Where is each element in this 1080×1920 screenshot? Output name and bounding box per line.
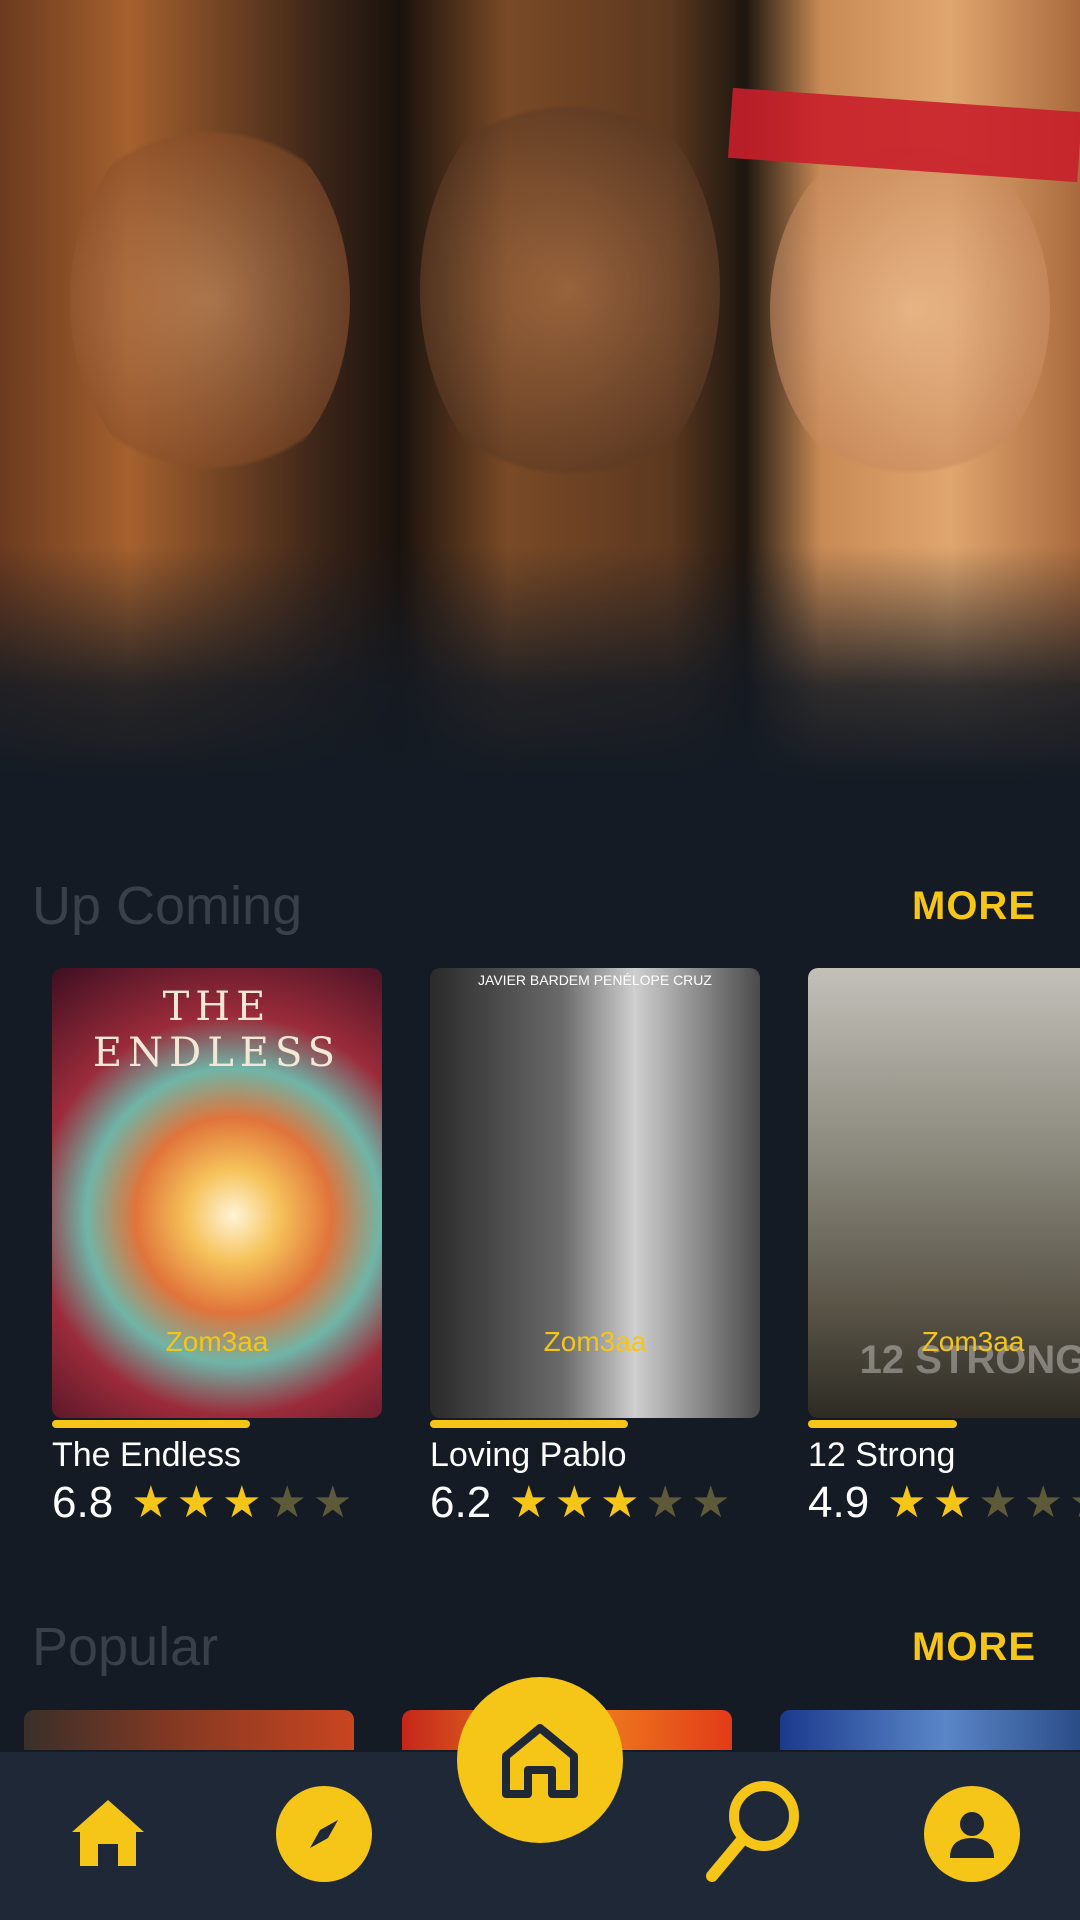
rating-score: 4.9 xyxy=(808,1478,870,1527)
star-empty-icon: ★ xyxy=(1069,1481,1080,1525)
star-filled-icon: ★ xyxy=(887,1478,927,1527)
star-filled-icon: ★ xyxy=(600,1478,640,1527)
upcoming-more-button[interactable]: MORE xyxy=(912,884,1036,929)
poster-tag: Zom3aa xyxy=(543,1326,647,1357)
rating-score: 6.2 xyxy=(430,1478,492,1527)
star-filled-icon: ★ xyxy=(509,1478,549,1527)
movie-rating: 6.8 ★ ★ ★ ★ ★ xyxy=(52,1478,352,1528)
star-empty-icon: ★ xyxy=(267,1478,307,1527)
progress-bar xyxy=(52,1420,382,1430)
rating-stars: ★★★★★ xyxy=(131,1481,352,1525)
compass-icon[interactable] xyxy=(276,1786,372,1882)
movie-poster[interactable]: JAVIER BARDEM PENÉLOPE CRUZ Zom3aa xyxy=(430,968,760,1418)
movie-title: The Endless xyxy=(52,1436,241,1474)
hero-banner[interactable] xyxy=(0,0,1080,780)
poster-tag: Zom3aa xyxy=(921,1326,1025,1357)
upcoming-header: Up Coming MORE xyxy=(32,875,1036,937)
star-empty-icon: ★ xyxy=(690,1478,731,1527)
star-filled-icon: ★ xyxy=(131,1478,171,1527)
upcoming-row[interactable]: THE ENDLESS Zom3aa The Endless 6.8 ★ ★ ★ ★ ★… xyxy=(0,968,1080,1528)
movie-rating: 4.9 ★★★★★ xyxy=(808,1478,1080,1528)
star-filled-icon: ★ xyxy=(932,1478,973,1527)
hero-face-center xyxy=(420,80,720,500)
progress-bar xyxy=(808,1420,1080,1430)
movie-rating: 6.2 ★ ★ ★ ★ ★ xyxy=(430,1478,730,1528)
popular-header: Popular MORE xyxy=(32,1616,1036,1678)
progress-bar xyxy=(430,1420,760,1430)
hero-face-left xyxy=(70,110,350,490)
movie-card[interactable]: JAVIER BARDEM PENÉLOPE CRUZ Zom3aa Lovin… xyxy=(430,968,760,1527)
star-filled-icon: ★ xyxy=(176,1478,217,1527)
movie-poster[interactable]: 12 STRONG Zom3aa xyxy=(808,968,1080,1418)
search-icon[interactable] xyxy=(700,1770,810,1890)
home-fab-button[interactable] xyxy=(457,1677,623,1843)
popular-more-button[interactable]: MORE xyxy=(912,1625,1036,1670)
popular-title: Popular xyxy=(32,1617,219,1677)
movie-poster[interactable]: THE ENDLESS Zom3aa xyxy=(52,968,382,1418)
star-filled-icon: ★ xyxy=(222,1478,262,1527)
popular-poster[interactable] xyxy=(780,1710,1080,1750)
poster-tag: Zom3aa xyxy=(165,1326,269,1357)
profile-icon[interactable] xyxy=(924,1786,1020,1882)
hero-headband xyxy=(727,87,1080,183)
poster-title: THE ENDLESS xyxy=(92,984,342,1076)
movie-title: Loving Pablo xyxy=(430,1436,627,1474)
star-empty-icon: ★ xyxy=(645,1478,685,1527)
poster-title: JAVIER BARDEM PENÉLOPE CRUZ xyxy=(478,972,712,988)
rating-stars: ★★★★★ xyxy=(509,1481,730,1525)
rating-stars: ★★★★★ xyxy=(887,1481,1080,1525)
star-empty-icon: ★ xyxy=(312,1478,353,1527)
home-icon[interactable] xyxy=(62,1788,154,1880)
movie-title: 12 Strong xyxy=(808,1436,956,1474)
star-filled-icon: ★ xyxy=(554,1478,595,1527)
home-icon xyxy=(502,1724,578,1798)
star-empty-icon: ★ xyxy=(978,1478,1018,1527)
hero-face-right xyxy=(770,130,1050,490)
popular-poster[interactable] xyxy=(24,1710,354,1750)
movie-card[interactable]: 12 STRONG Zom3aa 12 Strong 4.9 ★★★★★ xyxy=(808,968,1080,1527)
star-empty-icon: ★ xyxy=(1023,1478,1063,1527)
rating-score: 6.8 xyxy=(52,1478,114,1527)
upcoming-title: Up Coming xyxy=(32,876,303,936)
movie-card[interactable]: THE ENDLESS Zom3aa The Endless 6.8 ★ ★ ★ ★ ★ xyxy=(52,968,382,1527)
